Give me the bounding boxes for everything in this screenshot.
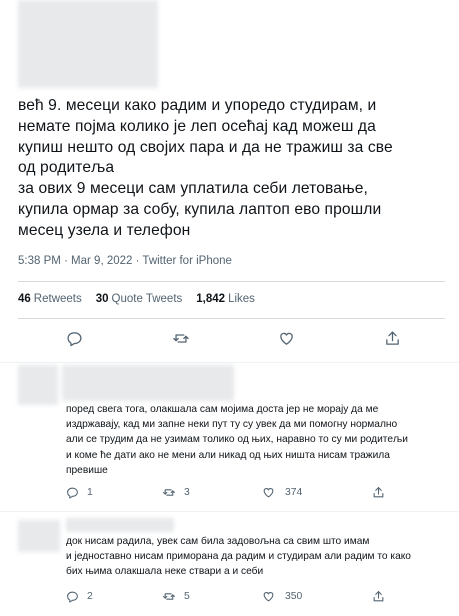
reply-text-line: и једноставно нисам приморана да радим и… [66,551,411,563]
tweet-text-line: немате појма колико је леп осећај кад мо… [18,117,376,135]
redacted-author-name [66,518,174,532]
like-count: 374 [285,487,303,498]
redacted-avatar [18,365,58,405]
retweets-stat[interactable]: 46 Retweets [18,293,82,305]
reply-text-line: издржавају, кад ми запне неки пут ту су … [66,419,398,431]
redacted-author-name [62,365,234,401]
like-action[interactable]: 374 [262,486,302,499]
tweet-text-line: већ 9. месеци како радим и упоредо студи… [18,97,377,114]
divider [18,318,445,319]
retweets-label: Retweets [33,293,82,305]
quote-count: 30 [95,293,109,305]
like-action[interactable]: 350 [262,590,302,603]
tweet-stats: 46 Retweets 30 Quote Tweets 1,842 Likes [18,293,269,305]
reply-icon [66,590,79,603]
likes-stat[interactable]: 1,842 Likes [196,293,255,305]
reply-text: док нисам радила, увек сам била задовољн… [66,534,411,580]
share-icon[interactable] [384,330,401,347]
retweet-count: 5 [184,591,190,602]
tweet-text-line: месец узела и телефон [18,221,191,239]
quote-label: Quote Tweets [111,293,183,305]
reply-text-line: поред свега тога, олакшала сам мојима до… [66,404,379,415]
reply-tweet: поред свега тога, олакшала сам мојима до… [0,363,459,511]
reply-count: 2 [87,591,93,602]
reply-text: поред свега тога, олакшала сам мојима до… [66,402,408,478]
main-tweet: већ 9. месеци како радим и упоредо студи… [0,0,459,362]
like-icon[interactable] [278,330,295,347]
divider [18,281,445,282]
like-icon [262,486,275,499]
reply-text-line: али се трудим да не узимам толико од њих… [66,434,408,446]
tweet-text-line: од родитеља [18,159,115,177]
tweet-text: већ 9. месеци како радим и упоредо студи… [18,96,443,242]
reply-text-line: и коме ће дати ако не мени али никад од … [66,449,390,461]
reply-icon [66,486,79,499]
reply-text-line: док нисам радила, увек сам била задовољн… [66,536,370,547]
like-count: 350 [285,591,303,602]
redacted-author-header [18,0,158,88]
share-icon [372,486,385,499]
share-action[interactable] [372,486,385,499]
reply-count: 1 [87,487,93,498]
reply-icon[interactable] [66,330,83,347]
retweet-icon [162,590,176,603]
like-icon [262,590,275,603]
retweet-icon[interactable] [172,330,190,347]
tweet-text-line: за ових 9 месеци сам уплатила себи летов… [18,180,368,198]
retweet-action[interactable]: 3 [162,486,190,499]
reply-action[interactable]: 2 [66,590,93,603]
share-icon [372,590,385,603]
reply-action[interactable]: 1 [66,486,93,499]
likes-label: Likes [228,293,255,305]
reply-text-line: превише [66,464,108,476]
retweets-count: 46 [18,293,31,305]
quote-tweets-stat[interactable]: 30 Quote Tweets [96,293,183,305]
tweet-text-line: купиш нешто од својих пара и да не тражи… [18,138,393,156]
redacted-avatar [18,520,60,552]
reply-text-line: бих њима олакшала неке ствари а и себи [66,566,264,578]
likes-count: 1,842 [196,293,226,305]
tweet-text-line: купила ормар за собу, купила лаптоп ево … [18,200,382,218]
tweet-timestamp[interactable]: 5:38 PM · Mar 9, 2022 · Twitter for iPho… [18,255,232,267]
retweet-icon [162,486,176,499]
retweet-action[interactable]: 5 [162,590,190,603]
share-action[interactable] [372,590,385,603]
retweet-count: 3 [184,487,190,498]
reply-tweet: док нисам радила, увек сам била задовољн… [0,512,459,616]
